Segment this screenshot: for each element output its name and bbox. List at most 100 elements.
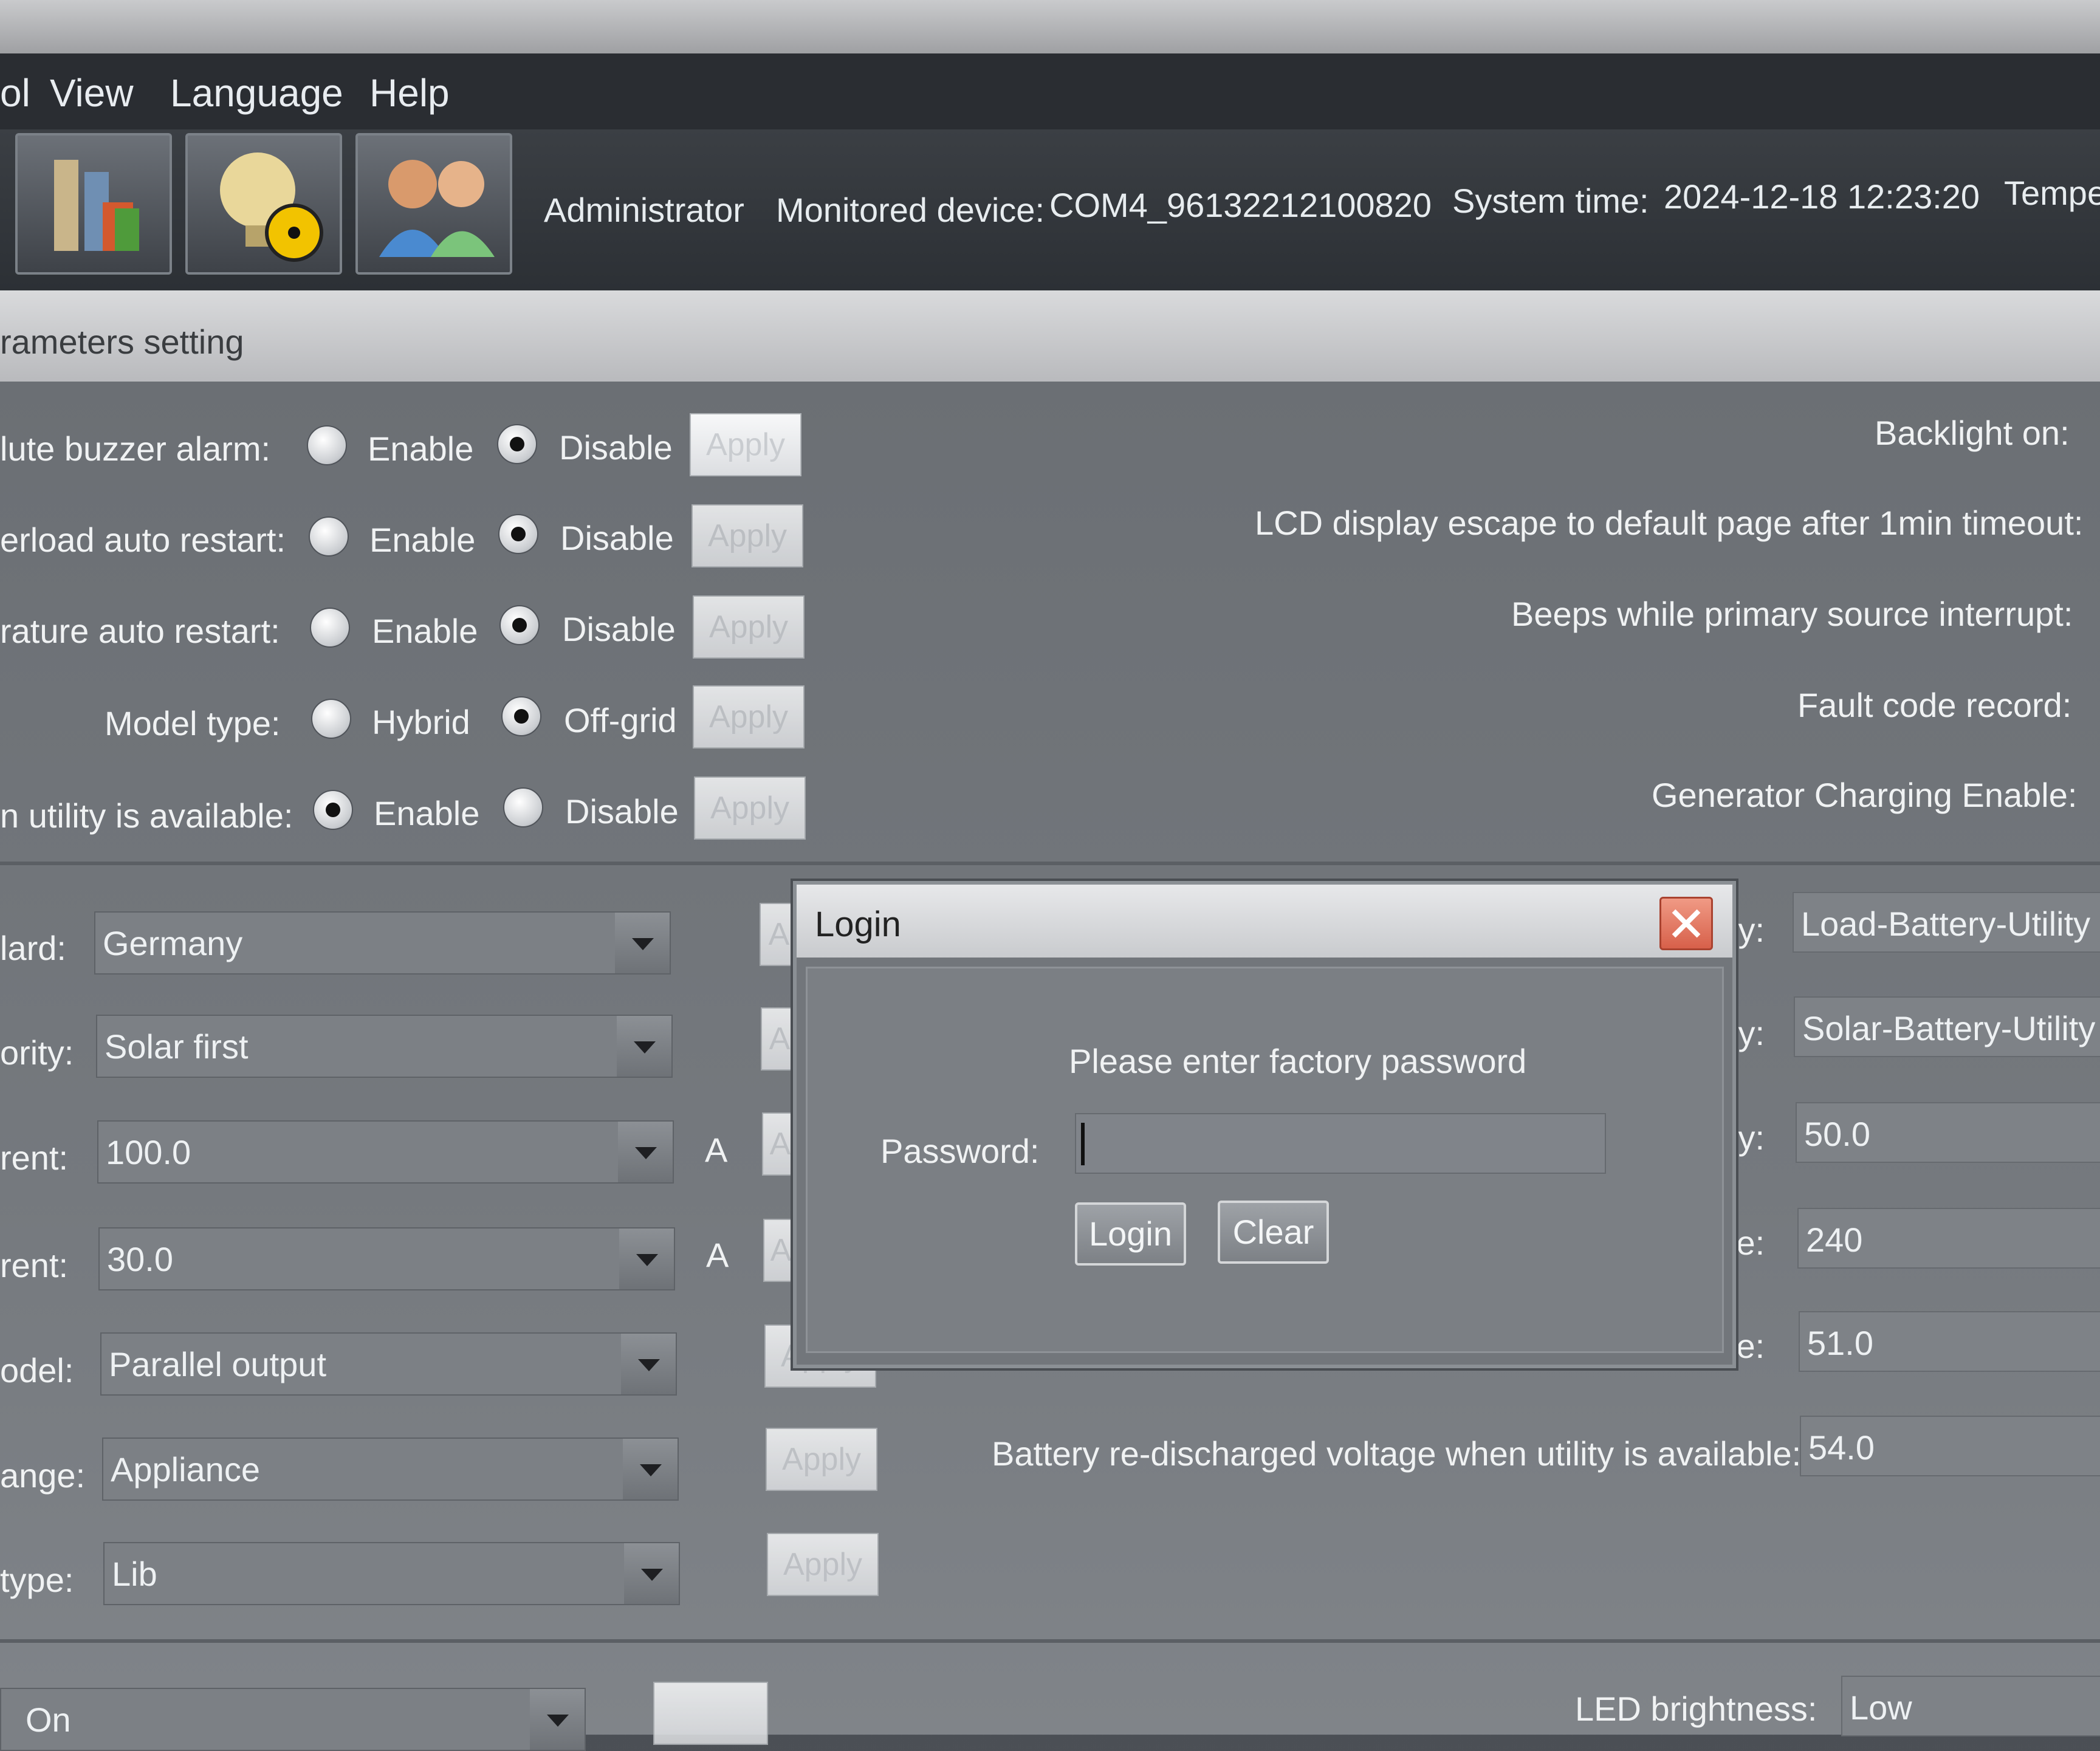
dialog-prompt: Please enter factory password xyxy=(1069,1042,1527,1080)
lcd-timeout-label: LCD display escape to default page after… xyxy=(1255,504,2084,542)
row-label: rent: xyxy=(0,1139,69,1177)
led-brightness-label: LED brightness: xyxy=(1575,1690,1817,1728)
output-voltage-field[interactable]: 240 xyxy=(1797,1208,2100,1269)
row-label: n utility is available: xyxy=(0,797,293,835)
chevron-down-icon[interactable] xyxy=(623,1439,678,1499)
output-model-select[interactable]: Parallel output xyxy=(100,1332,677,1396)
apply-button[interactable]: Apply xyxy=(693,595,805,659)
bottom-select[interactable]: On xyxy=(0,1688,586,1751)
fault-code-label: Fault code record: xyxy=(1797,686,2072,724)
radio-disable-label: Disable xyxy=(562,610,676,648)
row-label: ange: xyxy=(0,1456,86,1495)
generator-charging-label: Generator Charging Enable: xyxy=(1652,776,2078,814)
utility-charging-current-select[interactable]: 30.0 xyxy=(98,1227,675,1290)
output-priority-field[interactable]: Load-Battery-Utility xyxy=(1793,892,2100,953)
users-icon xyxy=(379,160,495,257)
radio-enable[interactable] xyxy=(307,425,347,465)
menu-tool[interactable]: ol xyxy=(0,70,30,115)
bulb-warning-icon xyxy=(220,152,323,262)
chevron-down-icon[interactable] xyxy=(624,1543,679,1604)
unit-label: A xyxy=(705,1131,728,1169)
dialog-title: Login xyxy=(815,905,901,944)
menu-language[interactable]: Language xyxy=(170,70,343,115)
radio-disable[interactable] xyxy=(498,514,538,554)
menu-bar: ol View Language Help xyxy=(0,53,2100,129)
menu-help[interactable]: Help xyxy=(369,70,450,115)
device-label: Monitored device: xyxy=(776,191,1045,229)
unit-label: A xyxy=(706,1236,729,1274)
row-label: type: xyxy=(0,1561,74,1599)
chevron-down-icon[interactable] xyxy=(530,1689,585,1750)
menu-view[interactable]: View xyxy=(50,70,134,115)
radio-offgrid[interactable] xyxy=(501,696,541,736)
radio-disable-label: Disable xyxy=(560,519,674,557)
radio-offgrid-label: Off-grid xyxy=(564,701,677,739)
device-id: COM4_96132212100820 xyxy=(1049,186,1432,224)
password-input[interactable] xyxy=(1075,1113,1606,1174)
radio-enable[interactable] xyxy=(313,790,353,830)
monitor-bezel xyxy=(0,0,2100,53)
radio-hybrid[interactable] xyxy=(311,699,351,739)
apply-button[interactable]: Apply xyxy=(766,1428,877,1491)
system-time-value: 2024-12-18 12:23:20 xyxy=(1664,177,1980,216)
building-icon xyxy=(54,160,139,251)
radio-enable-label: Enable xyxy=(369,521,476,559)
apply-button[interactable]: Apply xyxy=(691,504,803,567)
standard-select[interactable]: Germany xyxy=(94,911,671,975)
backlight-label: Backlight on: xyxy=(1875,414,2070,452)
recharge-voltage-field[interactable]: 51.0 xyxy=(1799,1311,2100,1372)
section-title: rameters setting xyxy=(0,323,244,361)
text-cursor xyxy=(1081,1123,1085,1165)
row-label: Model type: xyxy=(105,704,281,742)
apply-button[interactable]: Apply xyxy=(767,1533,879,1596)
chevron-down-icon[interactable] xyxy=(617,1016,671,1077)
radio-enable-label: Enable xyxy=(374,794,480,832)
section-header: rameters setting xyxy=(0,290,2100,382)
clear-button[interactable]: Clear xyxy=(1218,1201,1329,1264)
max-charging-current-select[interactable]: 100.0 xyxy=(97,1120,674,1184)
priority-select[interactable]: Solar first xyxy=(96,1015,673,1078)
toolbar: Administrator Monitored device: COM4_961… xyxy=(0,129,2100,290)
chevron-down-icon[interactable] xyxy=(618,1122,673,1182)
divider xyxy=(0,1639,2100,1643)
system-time-label: System time: xyxy=(1452,182,1649,220)
dialog-titlebar[interactable]: Login xyxy=(797,885,1732,958)
login-button[interactable]: Login xyxy=(1075,1202,1186,1266)
row-label: odel: xyxy=(0,1351,74,1389)
login-dialog: Login Please enter factory password Pass… xyxy=(793,881,1736,1368)
row-label: rent: xyxy=(0,1246,69,1284)
radio-disable-label: Disable xyxy=(559,428,673,467)
ac-input-range-select[interactable]: Appliance xyxy=(102,1437,679,1501)
radio-disable-label: Disable xyxy=(565,792,679,831)
apply-button[interactable]: Apply xyxy=(693,685,805,749)
users-button[interactable] xyxy=(355,133,512,275)
radio-enable[interactable] xyxy=(309,516,349,557)
frequency-field[interactable]: 50.0 xyxy=(1796,1102,2100,1163)
charger-priority-field[interactable]: Solar-Battery-Utility xyxy=(1794,996,2100,1057)
row-label: lute buzzer alarm: xyxy=(0,430,271,468)
led-brightness-field[interactable]: Low xyxy=(1841,1676,2100,1736)
row-label: lard: xyxy=(0,929,66,967)
radio-enable-label: Enable xyxy=(368,430,474,468)
chevron-down-icon[interactable] xyxy=(619,1228,674,1289)
radio-enable[interactable] xyxy=(310,608,350,648)
redischarge-voltage-field[interactable]: 54.0 xyxy=(1800,1416,2100,1476)
alarm-button[interactable] xyxy=(185,133,342,275)
radio-hybrid-label: Hybrid xyxy=(372,703,470,741)
field-label: Battery re-discharged voltage when utili… xyxy=(992,1434,1802,1473)
row-label: rature auto restart: xyxy=(0,612,280,650)
apply-button[interactable]: Apply xyxy=(690,413,801,476)
radio-disable[interactable] xyxy=(499,605,540,645)
battery-type-select[interactable]: Lib xyxy=(103,1542,680,1605)
chevron-down-icon[interactable] xyxy=(621,1334,676,1394)
radio-disable[interactable] xyxy=(503,787,543,828)
radio-enable-label: Enable xyxy=(372,612,478,650)
radio-disable[interactable] xyxy=(497,424,537,464)
apply-button[interactable]: Apply xyxy=(694,776,806,840)
device-info-button[interactable] xyxy=(15,133,172,275)
close-icon[interactable] xyxy=(1659,897,1713,950)
apply-button[interactable] xyxy=(653,1682,768,1745)
user-role: Administrator xyxy=(544,191,744,229)
chevron-down-icon[interactable] xyxy=(615,913,670,973)
beeps-label: Beeps while primary source interrupt: xyxy=(1511,595,2073,633)
